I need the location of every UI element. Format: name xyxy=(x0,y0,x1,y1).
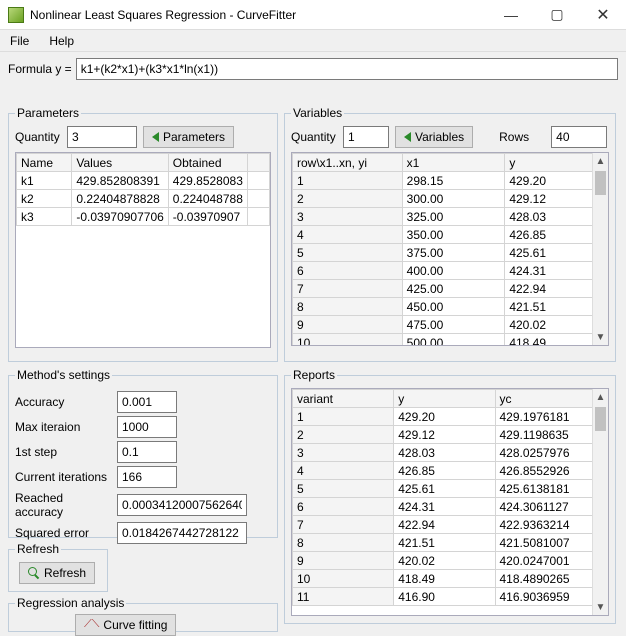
table-row[interactable]: 5425.61425.6138181 xyxy=(293,480,608,498)
rows-label: Rows xyxy=(499,130,545,144)
parameters-button[interactable]: Parameters xyxy=(143,126,234,148)
refresh-group: Refresh Refresh xyxy=(8,542,108,592)
variables-qty-label: Quantity xyxy=(291,130,337,144)
col-variant[interactable]: variant xyxy=(293,390,394,408)
titlebar: Nonlinear Least Squares Regression - Cur… xyxy=(0,0,626,30)
scroll-up-icon[interactable]: ▲ xyxy=(593,389,608,405)
accuracy-input[interactable] xyxy=(117,391,177,413)
sqerr-output xyxy=(117,522,247,544)
arrow-left-icon xyxy=(404,132,411,142)
table-row[interactable]: 5375.00425.61 xyxy=(293,244,608,262)
scroll-down-icon[interactable]: ▼ xyxy=(593,329,608,345)
table-row[interactable]: 4426.85426.8552926 xyxy=(293,462,608,480)
col-yc[interactable]: yc xyxy=(495,390,608,408)
col-values[interactable]: Values xyxy=(72,154,168,172)
curve-fitting-button[interactable]: ⟋⟍ Curve fitting xyxy=(75,614,176,636)
parameters-qty-label: Quantity xyxy=(15,130,61,144)
close-button[interactable]: ✕ xyxy=(580,0,626,30)
table-row[interactable]: 6400.00424.31 xyxy=(293,262,608,280)
curve-fitting-label: Curve fitting xyxy=(103,618,167,632)
table-row[interactable]: 2300.00429.12 xyxy=(293,190,608,208)
scroll-down-icon[interactable]: ▼ xyxy=(593,599,608,615)
table-row[interactable]: 7422.94422.9363214 xyxy=(293,516,608,534)
variables-group: Variables Quantity Variables Rows row\x1… xyxy=(284,106,616,362)
parameters-group: Parameters Quantity Parameters Name Valu… xyxy=(8,106,278,362)
variables-table[interactable]: row\x1..xn, yi x1 y 1298.15429.202300.00… xyxy=(291,152,609,346)
maximize-button[interactable]: ▢ xyxy=(534,0,580,30)
variables-qty-input[interactable] xyxy=(343,126,389,148)
window-title: Nonlinear Least Squares Regression - Cur… xyxy=(30,8,488,22)
formula-label: Formula y = xyxy=(8,62,72,76)
table-row[interactable]: 11416.90416.9036959 xyxy=(293,588,608,606)
menu-help[interactable]: Help xyxy=(45,32,78,50)
menu-bar: File Help xyxy=(0,30,626,52)
regression-group: Regression analysis ⟋⟍ Curve fitting xyxy=(8,596,278,632)
app-icon xyxy=(8,7,24,23)
accuracy-label: Accuracy xyxy=(15,395,111,409)
col-obtained[interactable]: Obtained xyxy=(168,154,247,172)
reached-label: Reached accuracy xyxy=(15,491,111,519)
maxiter-label: Max iteraion xyxy=(15,420,111,434)
minimize-button[interactable]: — xyxy=(488,0,534,30)
table-row[interactable]: 3325.00428.03 xyxy=(293,208,608,226)
regression-legend: Regression analysis xyxy=(15,596,126,610)
table-row[interactable]: 6424.31424.3061127 xyxy=(293,498,608,516)
method-legend: Method's settings xyxy=(15,368,112,382)
col-name[interactable]: Name xyxy=(17,154,72,172)
refresh-icon xyxy=(28,567,40,579)
table-row[interactable]: 1298.15429.20 xyxy=(293,172,608,190)
method-group: Method's settings Accuracy Max iteraion … xyxy=(8,368,278,538)
table-row[interactable]: 8450.00421.51 xyxy=(293,298,608,316)
reached-output xyxy=(117,494,247,516)
curve-icon: ⟋⟍ xyxy=(84,618,99,631)
table-row[interactable]: k20.224048788280.224048788 xyxy=(17,190,270,208)
variables-legend: Variables xyxy=(291,106,344,120)
curiter-label: Current iterations xyxy=(15,470,111,484)
parameters-qty-input[interactable] xyxy=(67,126,137,148)
formula-row: Formula y = xyxy=(8,58,618,80)
table-row[interactable]: 2429.12429.1198635 xyxy=(293,426,608,444)
table-row[interactable]: k3-0.03970907706-0.03970907 xyxy=(17,208,270,226)
reports-group: Reports variant y yc 1429.20429.19761812… xyxy=(284,368,616,624)
step-label: 1st step xyxy=(15,445,111,459)
table-row[interactable]: 10418.49418.4890265 xyxy=(293,570,608,588)
client-area: Formula y = Parameters Quantity Paramete… xyxy=(0,52,626,580)
col-row[interactable]: row\x1..xn, yi xyxy=(293,154,403,172)
parameters-button-label: Parameters xyxy=(163,130,225,144)
table-row[interactable]: 1429.20429.1976181 xyxy=(293,408,608,426)
arrow-left-icon xyxy=(152,132,159,142)
rows-input[interactable] xyxy=(551,126,607,148)
refresh-button[interactable]: Refresh xyxy=(19,562,95,584)
step-input[interactable] xyxy=(117,441,177,463)
refresh-legend: Refresh xyxy=(15,542,61,556)
maxiter-input[interactable] xyxy=(117,416,177,438)
table-row[interactable]: 10500.00418.49 xyxy=(293,334,608,347)
table-row[interactable]: 9475.00420.02 xyxy=(293,316,608,334)
col-ry[interactable]: y xyxy=(394,390,495,408)
table-row[interactable]: 8421.51421.5081007 xyxy=(293,534,608,552)
reports-scrollbar[interactable]: ▲ ▼ xyxy=(592,389,608,615)
table-row[interactable]: k1429.852808391429.8528083 xyxy=(17,172,270,190)
scroll-up-icon[interactable]: ▲ xyxy=(593,153,608,169)
variables-button-label: Variables xyxy=(415,130,464,144)
col-x1[interactable]: x1 xyxy=(402,154,505,172)
scroll-thumb[interactable] xyxy=(595,407,606,431)
reports-table[interactable]: variant y yc 1429.20429.19761812429.1242… xyxy=(291,388,609,616)
curiter-output xyxy=(117,466,177,488)
refresh-button-label: Refresh xyxy=(44,566,86,580)
table-row[interactable]: 4350.00426.85 xyxy=(293,226,608,244)
menu-file[interactable]: File xyxy=(6,32,33,50)
table-row[interactable]: 9420.02420.0247001 xyxy=(293,552,608,570)
parameters-legend: Parameters xyxy=(15,106,81,120)
scroll-thumb[interactable] xyxy=(595,171,606,195)
formula-input[interactable] xyxy=(76,58,618,80)
reports-legend: Reports xyxy=(291,368,337,382)
variables-button[interactable]: Variables xyxy=(395,126,473,148)
table-row[interactable]: 3428.03428.0257976 xyxy=(293,444,608,462)
sqerr-label: Squared error xyxy=(15,526,111,540)
variables-scrollbar[interactable]: ▲ ▼ xyxy=(592,153,608,345)
parameters-table[interactable]: Name Values Obtained k1429.852808391429.… xyxy=(15,152,271,348)
table-row[interactable]: 7425.00422.94 xyxy=(293,280,608,298)
